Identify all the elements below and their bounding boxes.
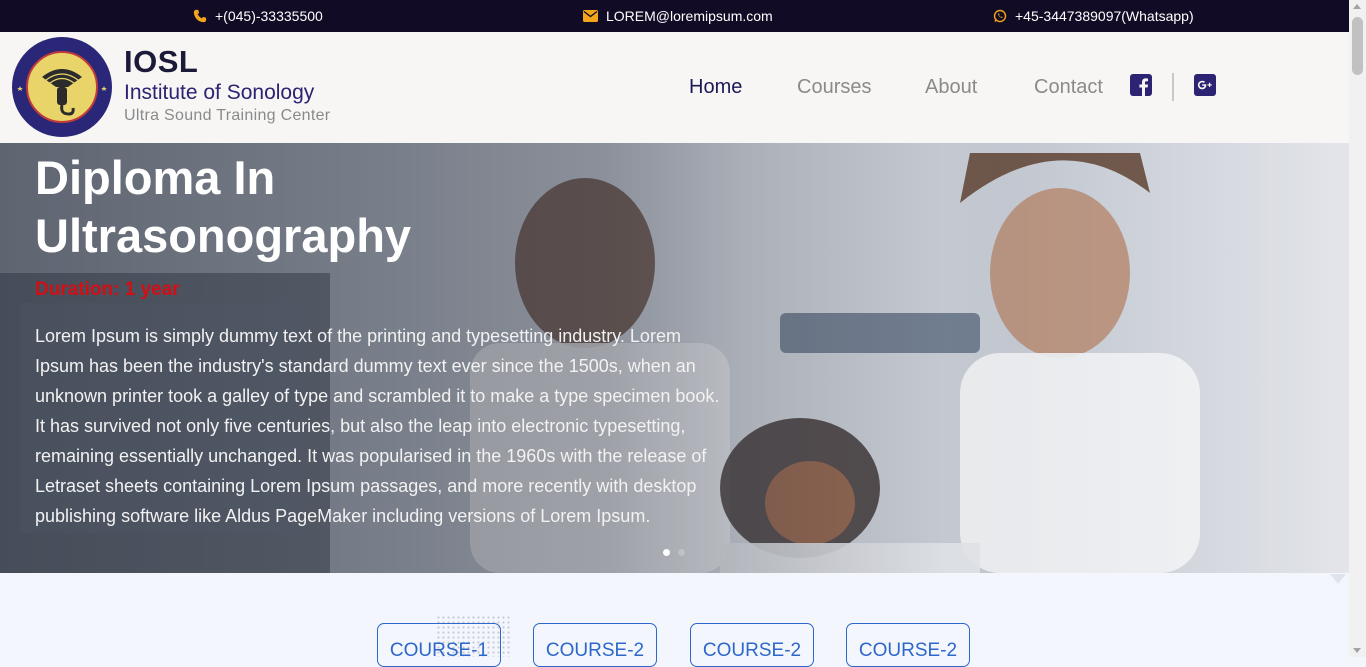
brand-tagline: Ultra Sound Training Center [124,107,331,124]
hero-title: Diploma In Ultrasonography [35,151,412,262]
phone-icon [193,9,207,23]
scroll-up-arrow-icon[interactable] [1353,4,1361,9]
carousel-indicators [663,549,685,556]
whatsapp-number: +45-3447389097(Whatsapp) [1015,8,1194,24]
phone-contact[interactable]: +(045)-33335500 [193,8,323,24]
scroll-thumb[interactable] [1352,17,1363,75]
course-button-1[interactable]: COURSE-1 [377,623,501,667]
phone-number: +(045)-33335500 [215,8,323,24]
whatsapp-icon [993,9,1007,23]
course-button-3[interactable]: COURSE-2 [690,623,814,667]
carousel-dot-2[interactable] [678,549,685,556]
brand-subtitle: Institute of Sonology [124,81,315,104]
page-scrollbar[interactable] [1349,0,1366,657]
email-address: LOREM@loremipsum.com [606,8,773,24]
brand-block[interactable]: IOSL Institute of Sonology Ultra Sound T… [124,44,330,126]
iosl-logo-seal[interactable] [11,36,113,138]
site-header: IOSL Institute of Sonology Ultra Sound T… [0,32,1349,143]
social-divider [1172,73,1174,101]
hero-carousel[interactable]: Diploma In Ultrasonography Duration: 1 y… [0,143,1349,573]
nav-about[interactable]: About [925,76,977,99]
scroll-arrow-decoration [1330,574,1346,584]
whatsapp-contact[interactable]: +45-3447389097(Whatsapp) [993,8,1194,24]
hero-description: Lorem Ipsum is simply dummy text of the … [35,326,720,526]
courses-section: COURSE-1 COURSE-2 COURSE-2 COURSE-2 [0,573,1349,667]
nav-home[interactable]: Home [689,76,742,99]
nav-contact[interactable]: Contact [1034,76,1103,99]
course-button-2[interactable]: COURSE-2 [533,623,657,667]
brand-name: IOSL [124,44,199,79]
nav-courses[interactable]: Courses [797,76,871,99]
google-plus-icon[interactable] [1194,74,1216,96]
facebook-icon[interactable] [1130,74,1152,96]
scroll-down-arrow-icon[interactable] [1353,648,1361,653]
envelope-icon [583,10,598,22]
course-button-4[interactable]: COURSE-2 [846,623,970,667]
top-contact-bar: +(045)-33335500 LOREM@loremipsum.com +45… [0,0,1349,32]
carousel-dot-1[interactable] [663,549,670,556]
email-contact[interactable]: LOREM@loremipsum.com [583,8,773,24]
hero-duration: Duration: 1 year [35,279,180,300]
